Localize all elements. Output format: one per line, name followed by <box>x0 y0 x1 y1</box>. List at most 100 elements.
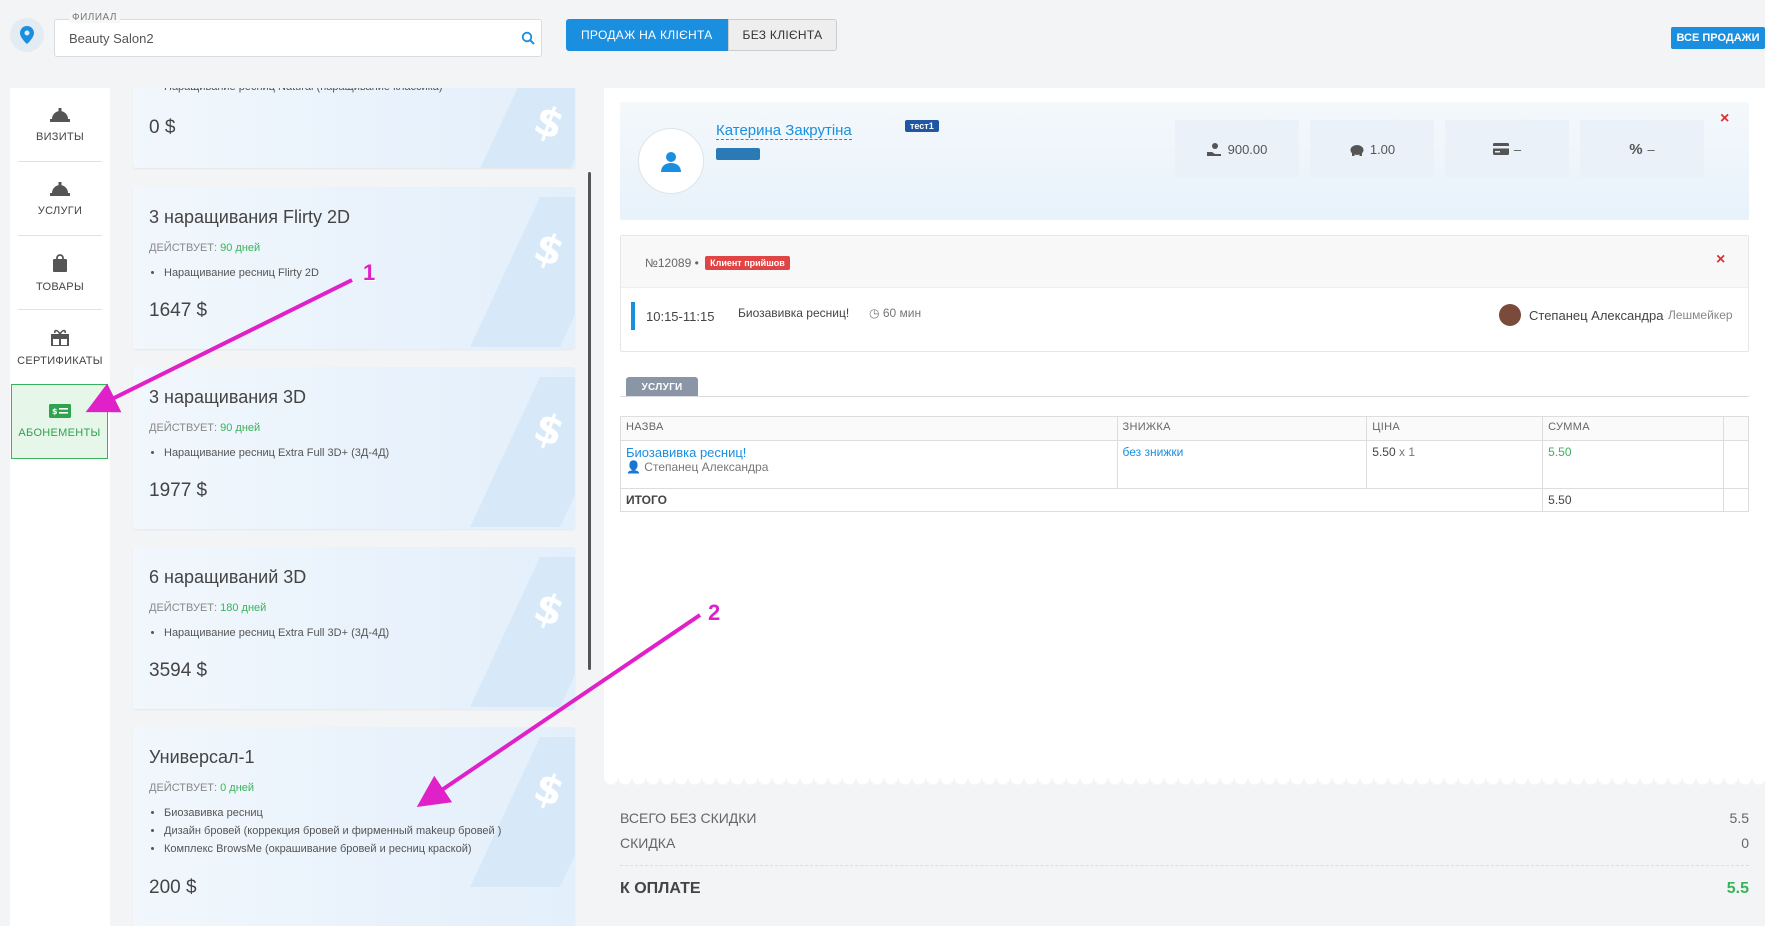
sidebar-item-visits[interactable]: ВИЗИТЫ <box>10 88 110 162</box>
location-pin-icon[interactable] <box>10 18 44 52</box>
user-icon <box>661 152 681 172</box>
subscription-service: Наращивание ресниц Extra Full 3D+ (3Д-4Д… <box>164 444 389 462</box>
discount-row: СКИДКА 0 <box>620 835 1749 851</box>
sidebar: ВИЗИТЫ УСЛУГИ ТОВАРЫ СЕРТИФИКАТЫ $ АБОНЕ… <box>10 88 110 926</box>
sidebar-item-certificates[interactable]: СЕРТИФИКАТЫ <box>10 310 110 384</box>
money-card-icon: $ <box>48 404 71 421</box>
all-sales-button[interactable]: ВСЕ ПРОДАЖИ <box>1671 27 1765 49</box>
subscription-card[interactable]: $ 3 наращивания 3D ДЕЙСТВУЕТ: 90 дней На… <box>133 367 575 529</box>
service-name-link[interactable]: Биозавивка ресниц! <box>626 445 1112 460</box>
bell-icon <box>50 181 70 199</box>
subscription-validity: ДЕЙСТВУЕТ: 180 дней <box>149 602 267 614</box>
tab-sale-with-client[interactable]: ПРОДАЖ НА КЛІЄНТА <box>566 19 728 51</box>
remove-visit-icon[interactable]: × <box>1716 251 1725 269</box>
total-value: 5.50 <box>1542 488 1724 512</box>
subscription-services: Наращивание ресниц Extra Full 3D+ (3Д-4Д… <box>164 624 389 642</box>
to-pay-label: К ОПЛАТЕ <box>620 880 701 897</box>
subscription-title: Универсал-1 <box>149 747 255 767</box>
to-pay-value: 5.5 <box>1726 880 1749 897</box>
percent-icon: % <box>1629 140 1643 158</box>
subscription-price: 3594 $ <box>149 660 208 681</box>
client-badge: тест1 <box>905 120 939 132</box>
subscription-service: Дизайн бровей (коррекция бровей и фирмен… <box>164 822 501 840</box>
scrollbar[interactable] <box>588 172 591 670</box>
sidebar-item-label: ТОВАРЫ <box>36 280 84 293</box>
bell-icon <box>50 107 70 125</box>
service-master: 👤 Степанец Александра <box>626 460 769 474</box>
column-header: ЦІНА <box>1366 416 1544 441</box>
totals-section: ВСЕГО БЕЗ СКИДКИ 5.5 СКИДКА 0 К ОПЛАТЕ 5… <box>604 788 1765 926</box>
total-label: ИТОГО <box>619 488 1544 512</box>
card-icon <box>1492 143 1509 155</box>
action-cell <box>1722 440 1750 489</box>
client-name-link[interactable]: Катерина Закрутіна <box>716 122 852 140</box>
services-table: НАЗВА ЗНИЖКА ЦІНА СУММА Биозавивка ресни… <box>619 416 1750 512</box>
sidebar-item-subscriptions[interactable]: $ АБОНЕМЕНТЫ <box>11 384 108 459</box>
subscription-service: Наращивание ресниц Flirty 2D <box>164 264 319 282</box>
sum-cell: 5.50 <box>1542 440 1724 489</box>
subscription-card[interactable]: $ Наращивание ресниц Natural (наращивани… <box>133 88 575 168</box>
subtotal-value: 5.5 <box>1729 810 1749 826</box>
visit-card: №12089 • Клиент прийшов × 10:15-11:15 Би… <box>620 235 1749 352</box>
sidebar-item-label: ВИЗИТЫ <box>35 130 85 143</box>
top-bar: ФИЛИАЛ Beauty Salon2 ПРОДАЖ НА КЛІЄНТА Б… <box>0 0 1765 75</box>
remove-client-icon[interactable]: × <box>1720 110 1729 128</box>
visit-number: №12089 • Клиент прийшов <box>645 256 790 270</box>
table-row: Биозавивка ресниц! 👤 Степанец Александра… <box>620 440 1750 489</box>
avatar <box>638 128 704 194</box>
hand-money-icon <box>1206 142 1221 156</box>
user-icon: 👤 <box>626 460 641 474</box>
subscription-service: Биозавивка ресниц <box>164 804 501 822</box>
column-header: СУММА <box>1542 416 1724 441</box>
subscription-validity: ДЕЙСТВУЕТ: 90 дней <box>149 422 261 434</box>
column-header <box>1722 416 1750 441</box>
search-icon[interactable] <box>521 31 535 48</box>
branch-select[interactable]: ФИЛИАЛ Beauty Salon2 <box>54 12 542 57</box>
gift-icon <box>50 328 70 349</box>
sidebar-item-products[interactable]: ТОВАРЫ <box>10 236 110 310</box>
divider <box>620 396 1749 397</box>
discount-link[interactable]: без знижки <box>1116 440 1368 489</box>
annotation-label-1: 1 <box>363 260 376 285</box>
tab-services[interactable]: УСЛУГИ <box>626 377 698 397</box>
subscription-title: 3 наращивания 3D <box>149 387 306 407</box>
sidebar-item-label: СЕРТИФИКАТЫ <box>17 354 103 367</box>
subscription-price: 200 $ <box>149 877 197 898</box>
subtotal-label: ВСЕГО БЕЗ СКИДКИ <box>620 810 757 826</box>
subscription-title: 3 наращивания Flirty 2D <box>149 207 350 227</box>
discount-value: 0 <box>1741 835 1749 851</box>
subscription-card[interactable]: $ 3 наращивания Flirty 2D ДЕЙСТВУЕТ: 90 … <box>133 187 575 349</box>
to-pay-row: К ОПЛАТЕ 5.5 <box>620 880 1749 898</box>
sidebar-item-services[interactable]: УСЛУГИ <box>10 162 110 236</box>
subscription-title: 6 наращиваний 3D <box>149 567 307 587</box>
piggy-bank-icon <box>1350 144 1364 156</box>
master-role: Лешмейкер <box>1668 308 1733 322</box>
svg-text:$: $ <box>52 407 58 416</box>
price-cell[interactable]: 5.50 x 1 <box>1366 440 1544 489</box>
subscription-card[interactable]: $ Универсал-1 ДЕЙСТВУЕТ: 0 дней Биозавив… <box>133 727 575 926</box>
client-type-tag: Разовий <box>716 148 761 160</box>
subscription-services: Наращивание ресниц Natural (наращивание … <box>164 88 443 96</box>
subscription-card[interactable]: $ 6 наращиваний 3D ДЕЙСТВУЕТ: 180 дней Н… <box>133 547 575 709</box>
card-decoration <box>470 197 575 347</box>
visit-service: Биозавивка ресниц! <box>738 306 850 320</box>
card-decoration <box>470 557 575 707</box>
status-badge: Клиент прийшов <box>705 256 790 270</box>
visit-color-bar <box>631 302 635 330</box>
clock-icon: ◷ <box>869 306 880 320</box>
subscription-services: Биозавивка ресниц Дизайн бровей (коррекц… <box>164 804 501 858</box>
subscription-services: Наращивание ресниц Flirty 2D <box>164 264 319 282</box>
branch-label: ФИЛИАЛ <box>69 12 120 23</box>
subscription-price: 1647 $ <box>149 300 208 321</box>
subtotal-row: ВСЕГО БЕЗ СКИДКИ 5.5 <box>620 810 1749 826</box>
table-header-row: НАЗВА ЗНИЖКА ЦІНА СУММА <box>620 416 1750 441</box>
branch-value: Beauty Salon2 <box>69 31 154 46</box>
annotation-label-2: 2 <box>708 600 721 625</box>
tab-sale-without-client[interactable]: БЕЗ КЛІЄНТА <box>727 19 838 51</box>
column-header: ЗНИЖКА <box>1116 416 1368 441</box>
subscription-price: 0 $ <box>149 117 176 138</box>
client-stat-card: – <box>1445 120 1569 178</box>
column-header: НАЗВА <box>620 416 1118 441</box>
card-decoration <box>470 377 575 527</box>
subscription-service: Наращивание ресниц Natural (наращивание … <box>164 88 443 96</box>
